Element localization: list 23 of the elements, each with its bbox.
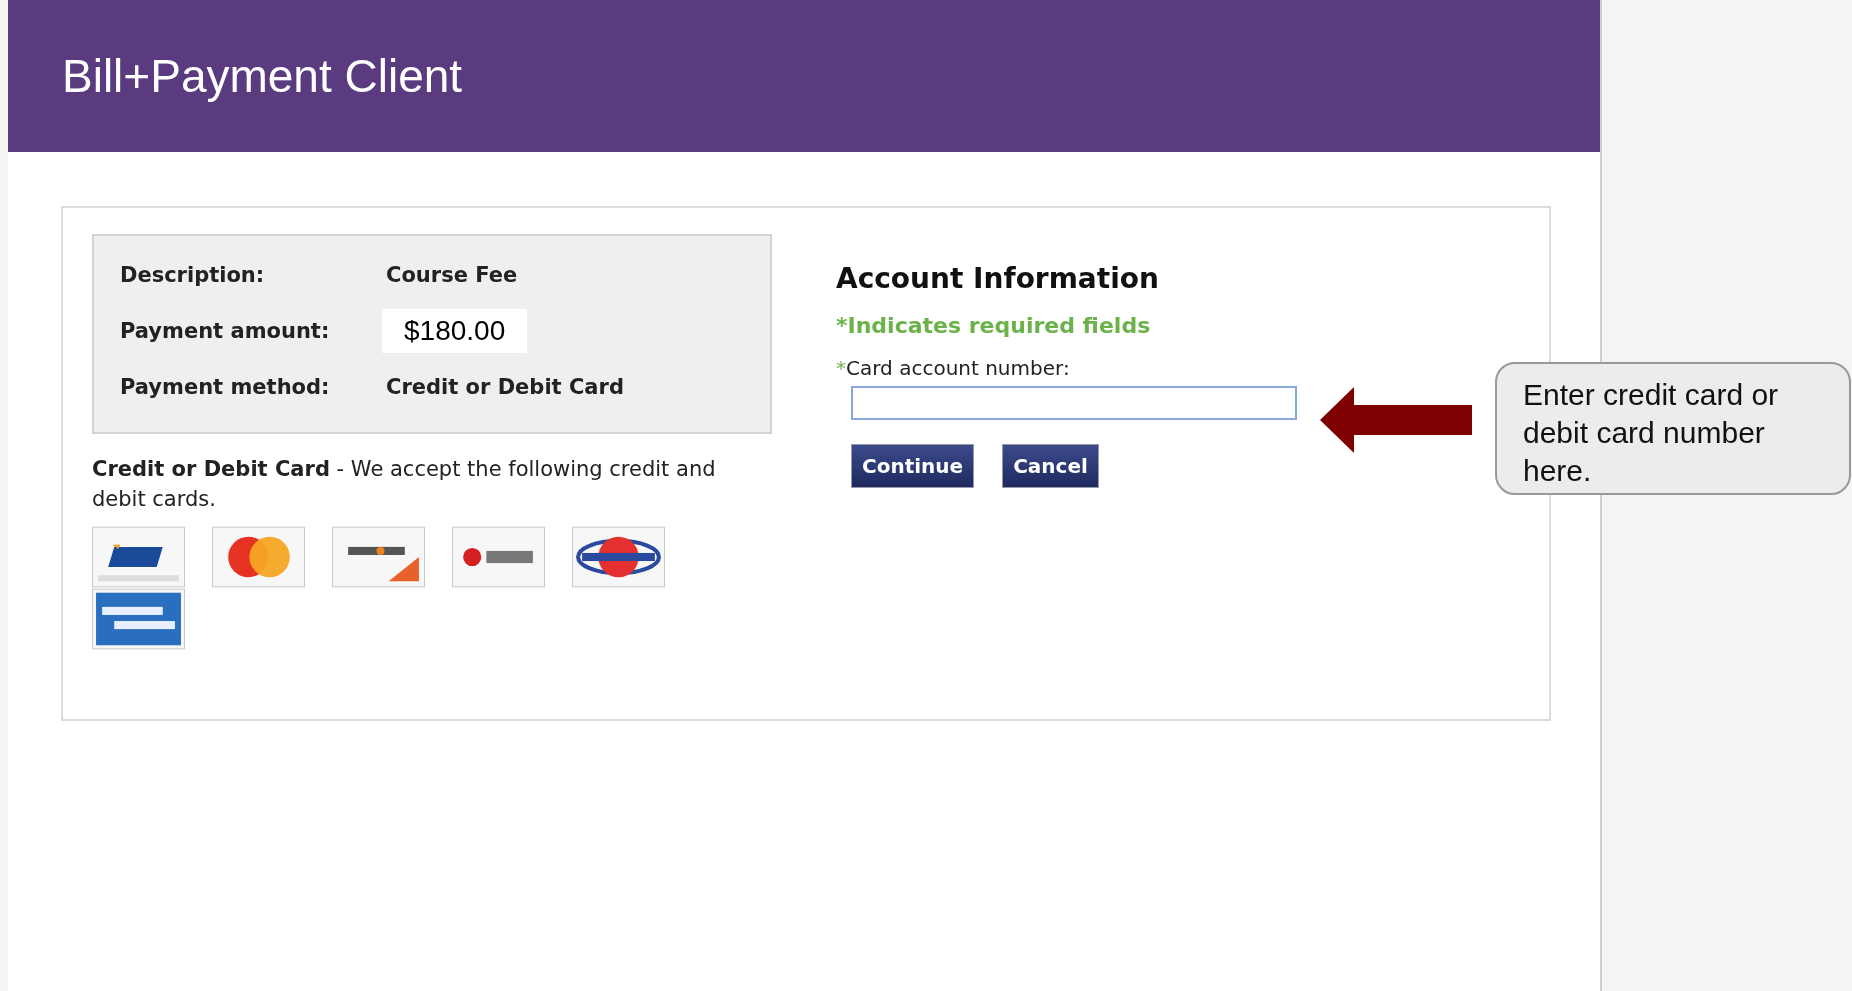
section-heading: Account Information: [836, 262, 1160, 295]
card-logo-icon: [332, 526, 425, 588]
summary-label: Payment amount:: [120, 319, 331, 343]
form-button[interactable]: Continue: [851, 444, 975, 488]
summary-label: Description:: [120, 263, 266, 287]
required-note: *Indicates required fields: [836, 313, 1152, 338]
summary-value: $180.00: [382, 309, 528, 353]
summary-value: Course Fee: [386, 263, 518, 287]
arrow-icon: [1320, 387, 1472, 453]
app-title: Bill+Payment Client: [62, 49, 463, 103]
callout-text: Enter credit card or debit card number here.: [1495, 362, 1851, 495]
summary-label: Payment method:: [120, 375, 331, 399]
card-logo-icon: [572, 526, 665, 588]
card-logo-icon: [212, 526, 305, 588]
summary-value: Credit or Debit Card: [386, 375, 624, 399]
form-button[interactable]: Cancel: [1002, 444, 1099, 488]
card-logo-icon: [92, 526, 185, 588]
card-number-field[interactable]: [851, 386, 1297, 420]
card-logo-icon: [452, 526, 545, 588]
required-mark: *: [836, 356, 846, 380]
field-label: Card account number:: [846, 356, 1070, 380]
card-logo-icon: [92, 588, 185, 650]
cards-note: Credit or Debit Card - We accept the following credit and debit cards.: [92, 456, 717, 513]
